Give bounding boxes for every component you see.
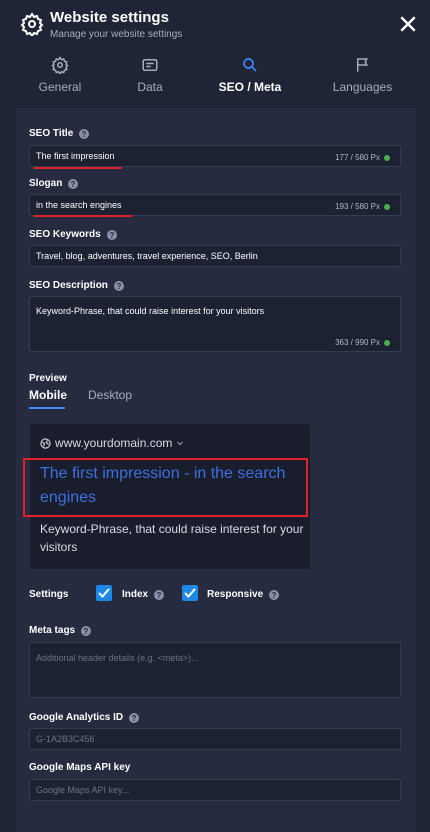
preview-tab-desktop[interactable]: Desktop — [88, 388, 132, 402]
help-icon[interactable]: ? — [129, 712, 140, 723]
svg-text:?: ? — [82, 130, 87, 139]
tab-general[interactable]: General — [20, 54, 100, 102]
google-maps-label: Google Maps API key — [29, 762, 130, 773]
seo-keywords-value: Travel, blog, adventures, travel experie… — [36, 251, 258, 261]
google-analytics-placeholder: G-1A2B3C456 — [36, 734, 95, 744]
settings-gear-icon — [20, 12, 44, 38]
svg-text:?: ? — [132, 714, 137, 723]
seo-title-input[interactable]: The first impression 177 / 580 Px — [29, 145, 401, 169]
header: Website settings Manage your website set… — [0, 0, 430, 50]
svg-text:?: ? — [71, 180, 76, 189]
index-label: Index — [122, 589, 149, 600]
tab-seo-meta[interactable]: SEO / Meta — [205, 54, 295, 102]
close-icon — [400, 16, 416, 32]
meta-tags-placeholder: Additional header details (e.g. <meta>).… — [36, 653, 199, 663]
slogan-value: in the search engines — [36, 200, 122, 210]
annotation-highlight-box — [23, 458, 308, 517]
google-analytics-input[interactable]: G-1A2B3C456 — [29, 728, 401, 750]
svg-text:?: ? — [272, 591, 277, 600]
seo-description-label: SEO Description ? — [29, 280, 124, 291]
flag-icon — [356, 58, 368, 72]
globe-icon — [40, 437, 51, 449]
preview-description: Keyword-Phrase, that could raise interes… — [40, 522, 304, 554]
meta-tags-label: Meta tags ? — [29, 625, 92, 636]
seo-title-counter: 177 / 580 Px — [335, 153, 390, 162]
slogan-label: Slogan ? — [29, 178, 79, 189]
index-checkbox[interactable] — [96, 585, 112, 601]
close-button[interactable] — [398, 14, 418, 34]
responsive-checkbox[interactable] — [182, 585, 198, 601]
help-icon[interactable]: ? — [269, 589, 280, 600]
index-option: Index ? — [122, 589, 165, 600]
settings-label: Settings — [29, 589, 69, 600]
google-maps-input[interactable]: Google Maps API key... — [29, 779, 401, 801]
seo-title-label: SEO Title ? — [29, 128, 90, 139]
seo-description-counter-text: 363 / 990 Px — [335, 338, 380, 347]
preview-label: Preview — [29, 373, 67, 384]
checkmark-icon — [98, 588, 110, 598]
svg-text:?: ? — [116, 282, 121, 291]
database-icon — [142, 59, 158, 71]
google-maps-placeholder: Google Maps API key... — [36, 785, 130, 795]
gear-icon — [51, 56, 69, 74]
meta-tags-label-text: Meta tags — [29, 625, 76, 636]
preview-tab-mobile[interactable]: Mobile — [29, 388, 67, 402]
tab-languages[interactable]: Languages — [320, 54, 405, 102]
slogan-counter: 193 / 580 Px — [335, 202, 390, 211]
responsive-label: Responsive — [207, 589, 264, 600]
help-icon[interactable]: ? — [79, 128, 90, 139]
checkmark-icon — [184, 588, 196, 598]
tab-languages-label: Languages — [332, 80, 393, 94]
tab-data[interactable]: Data — [110, 54, 190, 102]
meta-tags-textarea[interactable]: Additional header details (e.g. <meta>).… — [29, 642, 401, 698]
seo-description-value: Keyword-Phrase, that could raise interes… — [36, 306, 265, 316]
tab-data-label: Data — [137, 80, 163, 94]
slogan-counter-text: 193 / 580 Px — [335, 202, 380, 211]
seo-meta-card: SEO Title ? The first impression 177 / 5… — [16, 108, 416, 832]
slogan-label-text: Slogan — [29, 178, 63, 189]
status-dot-icon — [384, 339, 390, 346]
help-icon[interactable]: ? — [106, 229, 117, 240]
status-dot-icon — [384, 154, 390, 161]
help-icon[interactable]: ? — [113, 280, 124, 291]
seo-keywords-input[interactable]: Travel, blog, adventures, travel experie… — [29, 245, 401, 267]
seo-description-label-text: SEO Description — [29, 280, 108, 291]
seo-keywords-label-text: SEO Keywords — [29, 229, 101, 240]
responsive-option: Responsive ? — [207, 589, 280, 600]
settings-tabs: General Data SEO / Meta Languages — [0, 54, 430, 102]
svg-text:?: ? — [157, 591, 162, 600]
website-settings-panel: Website settings Manage your website set… — [0, 0, 430, 832]
preview-domain: www.yourdomain.com — [40, 436, 184, 450]
svg-text:?: ? — [109, 231, 114, 240]
google-analytics-label-text: Google Analytics ID — [29, 712, 124, 723]
slogan-input[interactable]: in the search engines 193 / 580 Px — [29, 194, 401, 217]
active-tab-indicator — [29, 407, 65, 409]
page-title: Website settings — [50, 9, 169, 26]
svg-text:?: ? — [84, 627, 89, 636]
seo-title-value: The first impression — [36, 151, 115, 161]
seo-keywords-label: SEO Keywords ? — [29, 229, 117, 240]
tab-seo-meta-label: SEO / Meta — [218, 80, 282, 94]
google-maps-label-text: Google Maps API key — [29, 762, 131, 773]
google-analytics-label: Google Analytics ID ? — [29, 712, 140, 723]
status-dot-icon — [384, 203, 390, 210]
annotation-underline-slogan — [34, 215, 132, 217]
annotation-underline-title — [34, 167, 122, 169]
seo-title-label-text: SEO Title — [29, 128, 74, 139]
help-icon[interactable]: ? — [154, 589, 165, 600]
preview-domain-text: www.yourdomain.com — [55, 436, 173, 450]
page-subtitle: Manage your website settings — [50, 29, 183, 40]
seo-description-counter: 363 / 990 Px — [335, 338, 390, 347]
seo-title-counter-text: 177 / 580 Px — [335, 153, 380, 162]
help-icon[interactable]: ? — [68, 178, 79, 189]
search-icon — [243, 58, 257, 72]
tab-general-label: General — [38, 80, 82, 94]
chevron-down-icon — [177, 441, 184, 446]
search-preview-card: www.yourdomain.com The first impression … — [23, 424, 310, 569]
help-icon[interactable]: ? — [81, 625, 92, 636]
seo-description-textarea[interactable]: Keyword-Phrase, that could raise interes… — [29, 296, 401, 352]
